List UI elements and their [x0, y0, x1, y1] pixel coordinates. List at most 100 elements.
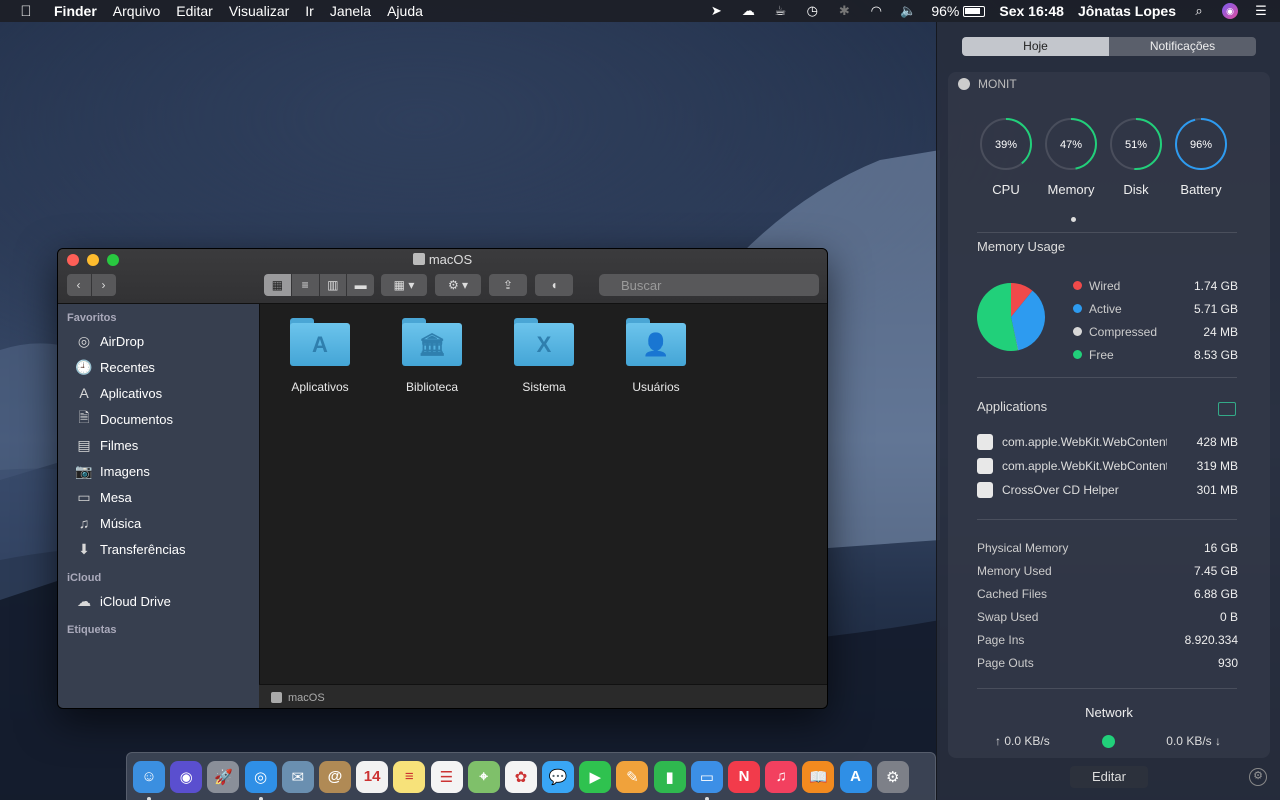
sidebar-item-recentes[interactable]: 🕘 Recentes	[58, 354, 259, 380]
list-view-button[interactable]: ≡	[291, 274, 319, 296]
edit-button[interactable]: Editar	[1070, 766, 1148, 788]
spotlight-search-icon[interactable]: ⌕	[1190, 2, 1208, 20]
legend-row-wired: Wired 1.74 GB	[1073, 274, 1238, 297]
sidebar-item-documentos[interactable]: 🗎 Documentos	[58, 406, 259, 432]
books-icon[interactable]: 📖	[802, 760, 835, 793]
apple-menu-icon[interactable]: 	[0, 3, 52, 20]
maps-icon[interactable]: ⌖	[467, 760, 500, 793]
back-button[interactable]: ‹	[66, 274, 91, 296]
share-button[interactable]: ⇪	[489, 274, 527, 296]
finder-icon[interactable]: ☺	[133, 760, 165, 800]
sidebar-header-tags: Etiquetas	[67, 624, 117, 636]
news-icon[interactable]: N	[728, 760, 760, 793]
legend-value: 8.53 GB	[1193, 347, 1238, 362]
folder-aplicativos[interactable]: A Aplicativos	[275, 318, 365, 394]
sidebar-item-mesa[interactable]: ▭ Mesa	[58, 484, 259, 510]
menu-ir[interactable]: Ir	[297, 3, 322, 19]
menu-ajuda[interactable]: Ajuda	[379, 3, 431, 19]
time-machine-icon[interactable]: ◷	[803, 2, 821, 20]
battery-percent: 96%	[931, 3, 960, 19]
sidebar-item-aplicativos[interactable]: A Aplicativos	[58, 380, 259, 406]
facetime-icon[interactable]: ▶	[579, 760, 612, 793]
sidebar-item-musica[interactable]: ♫ Música	[58, 510, 259, 536]
app-store-icon[interactable]: A	[839, 760, 872, 793]
folder-biblioteca[interactable]: 🏛 Biblioteca	[387, 318, 477, 394]
notification-center-icon[interactable]: ☰	[1252, 2, 1270, 20]
music-icon[interactable]: ♫	[765, 760, 798, 793]
keynote-icon[interactable]: ▭	[690, 760, 723, 800]
menu-app-name[interactable]: Finder	[52, 3, 105, 19]
numbers-icon[interactable]: ▮	[653, 760, 686, 793]
photos-icon[interactable]: ✿	[504, 760, 537, 793]
action-button[interactable]: ⚙ ▾	[435, 274, 481, 296]
volume-icon[interactable]: 🔈	[899, 2, 917, 20]
stat-row: Physical Memory 16 GB	[977, 536, 1238, 559]
app-name: CrossOver CD Helper	[1002, 483, 1119, 497]
stat-value: 16 GB	[1203, 540, 1238, 555]
mail-icon[interactable]: ✉	[281, 760, 314, 793]
group-button[interactable]: ▦ ▾	[381, 274, 427, 296]
bluetooth-icon[interactable]: ✱	[835, 2, 853, 20]
stat-row: Cached Files 6.88 GB	[977, 582, 1238, 605]
sidebar-item-transferencias[interactable]: ⬇ Transferências	[58, 536, 259, 562]
safari-icon[interactable]: ◎	[244, 760, 277, 800]
siri-icon[interactable]: ◉	[1222, 3, 1238, 19]
sidebar-item-filmes[interactable]: ▤ Filmes	[58, 432, 259, 458]
notification-center-tabs: Hoje Notificações	[962, 37, 1256, 56]
menu-janela[interactable]: Janela	[322, 3, 379, 19]
settings-gear-icon[interactable]: ⚙	[1249, 768, 1267, 786]
application-row[interactable]: com.apple.WebKit.WebContent 428 MB	[977, 430, 1238, 454]
icon-view-button[interactable]: ▦	[264, 274, 291, 296]
system-preferences-icon[interactable]: ⚙	[876, 760, 909, 793]
gallery-view-button[interactable]: ▬	[347, 274, 374, 296]
folder-sistema[interactable]: X Sistema	[499, 318, 589, 394]
contacts-icon[interactable]: @	[318, 760, 351, 793]
application-row[interactable]: CrossOver CD Helper 301 MB	[977, 478, 1238, 502]
gauge-value: 39%	[995, 139, 1017, 151]
menu-arquivo[interactable]: Arquivo	[105, 3, 168, 19]
memory-stats: Physical Memory 16 GB Memory Used 7.45 GB Ca…	[977, 536, 1238, 674]
sidebar-item-airdrop[interactable]: ◎ AirDrop	[58, 328, 259, 354]
reminders-icon[interactable]: ☰	[430, 760, 463, 793]
running-indicator	[258, 796, 263, 800]
running-indicator	[147, 796, 151, 800]
activity-monitor-icon[interactable]	[1218, 402, 1236, 416]
path-bar-label: macOS	[288, 691, 325, 704]
tab-notificacoes[interactable]: Notificações	[1109, 37, 1256, 56]
page-indicator[interactable]	[1071, 217, 1076, 222]
menu-editar[interactable]: Editar	[168, 3, 221, 19]
sidebar-header-icloud: iCloud	[67, 572, 102, 584]
system-folder-icon: X	[514, 318, 574, 366]
sidebar-item-label: Música	[100, 515, 142, 531]
network-row: ↑ 0.0 KB/s 0.0 KB/s ↓	[995, 734, 1221, 748]
coffee-icon[interactable]: ☕	[771, 2, 789, 20]
launchpad-icon[interactable]: 🚀	[207, 760, 240, 793]
location-icon[interactable]: ➤	[707, 2, 725, 20]
notes-icon[interactable]: ≡	[393, 760, 426, 793]
battery-status[interactable]: 96%	[931, 3, 986, 19]
tab-hoje[interactable]: Hoje	[962, 37, 1109, 56]
sidebar-item-icloud-drive[interactable]: ☁ iCloud Drive	[58, 588, 259, 614]
weather-icon[interactable]: ☁	[739, 2, 757, 20]
siri-icon[interactable]: ◉	[170, 760, 203, 793]
calendar-icon[interactable]: 14	[356, 760, 389, 793]
user-name[interactable]: Jônatas Lopes	[1078, 3, 1176, 19]
pages-icon[interactable]: ✎	[616, 760, 649, 793]
share-icon: ⇪	[502, 278, 514, 292]
menu-visualizar[interactable]: Visualizar	[221, 3, 297, 19]
folder-usuarios[interactable]: 👤 Usuários	[611, 318, 701, 394]
clock-icon: 🕘	[75, 358, 93, 375]
application-row[interactable]: com.apple.WebKit.WebContent 319 MB	[977, 454, 1238, 478]
finder-window: macOS ‹ › ▦ ≡ ▥ ▬ ▦ ▾ ⚙ ▾ ⇪ ◖ ⌕ Favorito…	[57, 248, 828, 709]
forward-button[interactable]: ›	[91, 274, 116, 296]
messages-icon[interactable]: 💬	[542, 760, 575, 793]
path-bar[interactable]: macOS	[259, 684, 827, 708]
sidebar-item-imagens[interactable]: 📷 Imagens	[58, 458, 259, 484]
column-view-button[interactable]: ▥	[319, 274, 347, 296]
menu-bar:  Finder Arquivo Editar Visualizar Ir Ja…	[0, 0, 1280, 22]
search-input[interactable]	[599, 274, 819, 296]
clock[interactable]: Sex 16:48	[999, 3, 1064, 19]
wifi-icon[interactable]: ◠	[867, 2, 885, 20]
tag-icon: ◖	[550, 278, 558, 292]
tags-button[interactable]: ◖	[535, 274, 573, 296]
